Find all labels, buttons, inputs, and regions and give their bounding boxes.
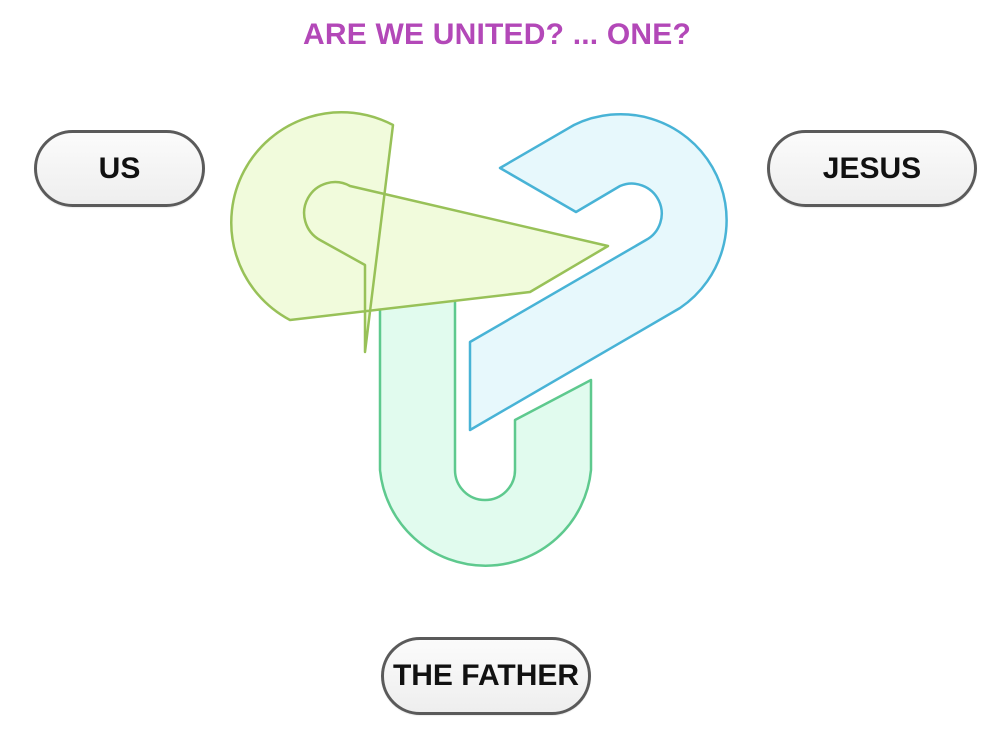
label-us: US xyxy=(34,130,205,207)
trinity-knot-icon xyxy=(229,110,728,567)
label-the-father: THE FATHER xyxy=(381,637,591,715)
label-us-text: US xyxy=(98,151,141,185)
page-title: ARE WE UNITED? ... ONE? xyxy=(303,18,691,51)
label-the-father-text: THE FATHER xyxy=(392,659,580,692)
label-jesus-text: JESUS xyxy=(822,151,922,185)
label-jesus: JESUS xyxy=(767,130,977,207)
